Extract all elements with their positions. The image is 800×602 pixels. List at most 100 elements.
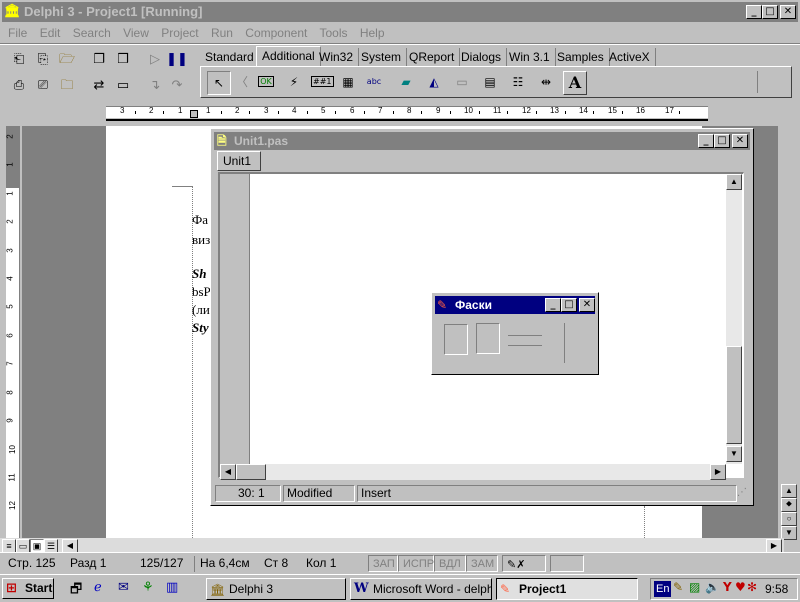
pointer-icon[interactable]: ↖ — [207, 71, 231, 95]
word-vertical-scrollbar[interactable]: ▲ ⯁ ○ ▼ — [780, 484, 798, 540]
step-over-icon[interactable]: ↷ — [166, 76, 188, 96]
form-panel-1[interactable] — [444, 324, 468, 355]
pause-icon[interactable]: ❚❚ — [166, 50, 188, 70]
maximize-button[interactable]: □ — [762, 5, 778, 19]
editor-scroll-up[interactable]: ▲ — [726, 174, 742, 190]
form-title-bar[interactable]: ✎ Фаски _ □ ✕ — [435, 296, 595, 314]
tab-activex[interactable]: ActiveX — [604, 48, 656, 66]
vertical-ruler[interactable]: 2 1 1 2 3 4 5 6 7 8 9 10 11 12 — [6, 126, 20, 538]
start-button[interactable]: ⊞ Start — [2, 578, 54, 599]
drawgrid-icon[interactable]: abc — [363, 71, 385, 93]
size-grip-icon[interactable]: ⋰ — [737, 487, 751, 501]
menu-project[interactable]: Project — [161, 26, 198, 40]
form-minimize-button[interactable]: _ — [545, 298, 561, 312]
show-desktop-icon[interactable]: 🗗 — [70, 580, 82, 602]
desktop-bar-icon[interactable]: ▥ — [166, 580, 178, 595]
editor-scroll-down[interactable]: ▼ — [726, 446, 742, 462]
editor-scroll-thumb[interactable] — [726, 346, 742, 444]
save-all-icon[interactable]: ⎚ — [32, 76, 54, 96]
save-icon[interactable]: ⎙ — [8, 76, 30, 96]
tray-monitor-icon[interactable]: ▨ — [689, 580, 700, 594]
editor-hscroll-thumb[interactable] — [236, 464, 266, 480]
editor-title-bar[interactable]: 🗎 Unit1.pas _ □ ✕ — [214, 132, 750, 150]
trace-into-icon[interactable]: ↴ — [144, 76, 166, 96]
outlook-icon[interactable]: ✉ — [118, 580, 129, 595]
status-trk[interactable]: ИСПР — [398, 555, 434, 572]
tab-dialogs[interactable]: Dialogs — [456, 48, 508, 66]
tab-samples[interactable]: Samples — [552, 48, 610, 66]
scroll-down-button[interactable]: ▲ — [781, 484, 797, 498]
editor-scroll-right[interactable]: ▶ — [710, 464, 726, 480]
menu-tools[interactable]: Tools — [319, 26, 347, 40]
shape-icon[interactable]: ◭ — [423, 71, 445, 93]
editor-minimize-button[interactable]: _ — [698, 134, 714, 148]
add-file-icon[interactable]: 🗀 — [56, 76, 78, 96]
tray-pen-icon[interactable]: ✎ — [673, 580, 683, 594]
view-online-button[interactable]: ▭ — [16, 539, 30, 553]
bevel-icon[interactable]: ▭ — [451, 71, 473, 93]
menu-view[interactable]: View — [123, 26, 149, 40]
tab-win31[interactable]: Win 3.1 — [504, 48, 556, 66]
ruler-right-indent-marker[interactable] — [648, 108, 656, 114]
menu-search[interactable]: Search — [73, 26, 111, 40]
horizontal-ruler[interactable]: 3 2 1 1 2 3 4 5 6 7 8 9 10 11 12 13 14 15 16 17 — [8, 104, 784, 122]
browse-prev-button[interactable]: ⯁ — [781, 498, 797, 512]
hscroll-right-button[interactable]: ▶ — [766, 539, 782, 553]
task-project1[interactable]: ✎ Project1 — [496, 578, 638, 600]
new-form-icon[interactable]: ▭ — [112, 76, 134, 96]
tray-heart-icon[interactable]: ♥ — [735, 580, 746, 594]
status-ovr[interactable]: ЗАМ — [466, 555, 498, 572]
browse-object-button[interactable]: ○ — [781, 512, 797, 526]
menu-file[interactable]: File — [8, 26, 27, 40]
volume-icon[interactable]: 🔈 — [705, 580, 720, 594]
statictext-icon[interactable]: A — [563, 71, 587, 95]
tab-win32[interactable]: Win32 — [314, 48, 360, 66]
form-panel-2[interactable] — [476, 323, 500, 354]
maskedit-icon[interactable]: ##1 — [311, 71, 334, 93]
form-close-button[interactable]: ✕ — [579, 298, 595, 312]
view-form-icon[interactable]: ❒ — [112, 50, 134, 70]
language-indicator[interactable]: En — [654, 581, 672, 597]
spelling-status-icon[interactable]: ✎✗ — [502, 555, 546, 572]
delphi-title-bar[interactable]: 🏛 Delphi 3 - Project1 [Running] _ □ ✕ — [2, 2, 798, 22]
task-word[interactable]: W Microsoft Word - delphi — [350, 578, 492, 600]
tray-y-icon[interactable]: Y — [723, 580, 732, 594]
ruler-indent-marker[interactable] — [190, 110, 198, 118]
editor-tab-unit1[interactable]: Unit1 — [217, 151, 261, 171]
editor-maximize-button[interactable]: □ — [714, 134, 730, 148]
task-delphi3[interactable]: 🏛 Delphi 3 — [206, 578, 346, 600]
form-maximize-button[interactable]: □ — [561, 298, 577, 312]
view-page-button[interactable]: ▣ — [30, 539, 44, 553]
clock[interactable]: 9:58 — [765, 582, 788, 596]
tab-additional[interactable]: Additional — [256, 46, 321, 68]
splitter-icon[interactable]: ⇹ — [535, 71, 557, 93]
view-unit-icon[interactable]: ❐ — [88, 50, 110, 70]
view-outline-button[interactable]: ☰ — [44, 539, 58, 553]
stringgrid-icon[interactable]: ▦ — [337, 71, 359, 93]
view-normal-button[interactable]: ≡ — [2, 539, 16, 553]
close-button[interactable]: ✕ — [780, 5, 796, 19]
menu-component[interactable]: Component — [245, 26, 307, 40]
status-rec[interactable]: ЗАП — [368, 555, 398, 572]
hscroll-left-button[interactable]: ◀ — [62, 539, 78, 553]
open-icon[interactable]: ⎘ — [32, 50, 54, 70]
tab-qreport[interactable]: QReport — [404, 48, 461, 66]
browser-icon[interactable]: ℯ — [94, 580, 102, 595]
speedbutton-icon[interactable]: ⚡ — [283, 71, 305, 93]
bitbtn-icon[interactable]: OK — [255, 71, 277, 93]
status-ext[interactable]: ВДЛ — [434, 555, 466, 572]
menu-run[interactable]: Run — [211, 26, 233, 40]
checklistbox-icon[interactable]: ☷ — [507, 71, 529, 93]
editor-vscrollbar[interactable]: ▲ ▼ — [726, 174, 742, 464]
scroll-left-icon[interactable]: 〈 — [231, 71, 253, 93]
editor-hscrollbar[interactable]: ◀ ▶ — [220, 464, 726, 480]
scrollbox-icon[interactable]: ▤ — [479, 71, 501, 93]
run-icon[interactable]: ▷ — [144, 50, 166, 70]
menu-edit[interactable]: Edit — [40, 26, 61, 40]
new-icon[interactable]: ⎗ — [8, 50, 30, 70]
open-project-icon[interactable]: 🗁 — [56, 50, 78, 70]
image-icon[interactable]: ▰ — [395, 71, 417, 93]
editor-close-button[interactable]: ✕ — [732, 134, 748, 148]
menu-help[interactable]: Help — [360, 26, 385, 40]
toggle-form-unit-icon[interactable]: ⇄ — [88, 76, 110, 96]
